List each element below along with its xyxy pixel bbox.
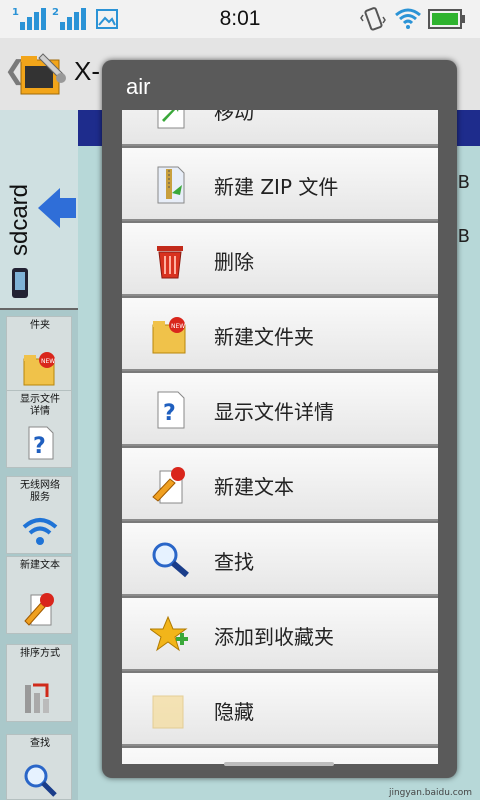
menu-item-new-folder[interactable]: NEW 新建文件夹 bbox=[122, 298, 438, 371]
search-icon bbox=[24, 764, 57, 797]
sort-icon bbox=[25, 683, 49, 713]
svg-text:?: ? bbox=[163, 401, 176, 426]
file-info-icon: ? bbox=[157, 391, 185, 429]
menu-item-label: 新建 ZIP 文件 bbox=[214, 175, 339, 199]
tool-search[interactable]: 查找 bbox=[6, 734, 72, 800]
tool-label: 显示文件详情 bbox=[20, 394, 60, 417]
back-arrow-tail bbox=[58, 198, 76, 218]
menu-item-hide[interactable]: 隐藏 bbox=[122, 673, 438, 746]
tool-label: 新建文本 bbox=[20, 560, 60, 571]
menu-list[interactable]: 移动 新建 ZIP 文件 删除 NEW 新建文件夹 ? 显示文件详情 新建文本 … bbox=[122, 110, 438, 764]
tool-file-details[interactable]: 显示文件详情 ? bbox=[6, 390, 72, 468]
move-icon bbox=[157, 110, 185, 129]
zip-icon bbox=[157, 166, 185, 204]
svg-text:?: ? bbox=[33, 434, 46, 459]
new-folder-icon: NEW bbox=[152, 317, 186, 354]
menu-item-delete[interactable]: 删除 bbox=[122, 223, 438, 296]
svg-text:NEW: NEW bbox=[41, 358, 55, 365]
app-logo-icon[interactable] bbox=[19, 48, 67, 98]
menu-title: air bbox=[126, 74, 151, 99]
new-text-icon bbox=[24, 593, 54, 626]
status-bar: 1 2 8:01 bbox=[0, 0, 480, 38]
tool-label: 件夹 bbox=[30, 320, 50, 331]
menu-item-search[interactable]: 查找 bbox=[122, 523, 438, 596]
wifi-icon bbox=[395, 8, 421, 29]
tool-label: 无线网络服务 bbox=[20, 480, 60, 503]
search-icon bbox=[152, 542, 189, 578]
wifi-service-icon bbox=[22, 518, 58, 545]
menu-item-label: 查找 bbox=[214, 550, 254, 574]
menu-item-label: 隐藏 bbox=[214, 700, 254, 724]
menu-item-add-favorite[interactable]: 添加到收藏夹 bbox=[122, 598, 438, 671]
menu-item-new-text[interactable]: 新建文本 bbox=[122, 448, 438, 521]
tool-label: 查找 bbox=[30, 738, 50, 749]
tool-new-text[interactable]: 新建文本 bbox=[6, 556, 72, 634]
menu-scrollbar[interactable] bbox=[224, 762, 334, 766]
left-panel: sdcard 件夹 NEW 显示文件详情 ? 无线网络服务 新建文本 排序方式 … bbox=[0, 110, 78, 800]
back-arrow-icon[interactable] bbox=[38, 188, 60, 228]
menu-item-label: 显示文件详情 bbox=[214, 400, 334, 424]
favorite-icon bbox=[150, 615, 188, 652]
menu-item-move[interactable]: 移动 bbox=[122, 110, 438, 146]
new-folder-icon: NEW bbox=[23, 352, 55, 386]
tool-new-folder[interactable]: 件夹 NEW bbox=[6, 316, 72, 394]
battery-icon bbox=[428, 9, 465, 29]
file-info-icon: ? bbox=[28, 426, 54, 460]
menu-item-label: 新建文本 bbox=[214, 475, 294, 499]
menu-item-new-zip[interactable]: 新建 ZIP 文件 bbox=[122, 148, 438, 221]
tool-wifi-service[interactable]: 无线网络服务 bbox=[6, 476, 72, 554]
file-size-suffix: B bbox=[457, 226, 470, 247]
tool-label: 排序方式 bbox=[20, 648, 60, 659]
phone-icon bbox=[12, 268, 28, 298]
storage-tab[interactable]: sdcard bbox=[0, 110, 78, 310]
menu-item-label: 新建文件夹 bbox=[214, 325, 314, 349]
menu-item-label: 添加到收藏夹 bbox=[214, 625, 334, 649]
hide-icon bbox=[152, 695, 184, 729]
watermark: jingyan.baidu.com bbox=[388, 788, 472, 798]
menu-item-label: 删除 bbox=[214, 250, 254, 274]
menu-item-label: 移动 bbox=[214, 110, 254, 124]
svg-text:NEW: NEW bbox=[171, 323, 185, 330]
menu-item-file-details[interactable]: ? 显示文件详情 bbox=[122, 373, 438, 446]
app-title: X- bbox=[74, 56, 100, 86]
context-menu: air 移动 新建 ZIP 文件 删除 NEW 新建文件夹 ? 显示文件详情 新… bbox=[102, 60, 457, 778]
trash-icon bbox=[157, 246, 183, 279]
new-text-icon bbox=[152, 467, 185, 504]
vibrate-icon bbox=[360, 7, 386, 31]
tool-sort[interactable]: 排序方式 bbox=[6, 644, 72, 722]
storage-label: sdcard bbox=[6, 183, 33, 257]
file-size-suffix: B bbox=[457, 172, 470, 193]
